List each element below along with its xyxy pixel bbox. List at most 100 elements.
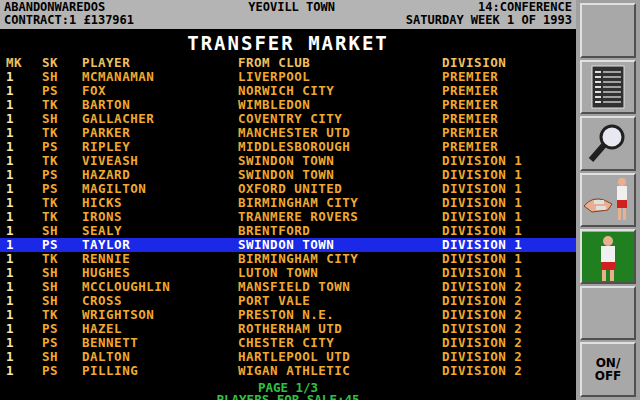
sidebar-button[interactable] xyxy=(580,286,636,341)
sidebar-button[interactable]: ON/OFF xyxy=(580,342,636,397)
player-row[interactable]: 1 PS MAGILTON OXFORD UNITED DIVISION 1 xyxy=(0,182,576,196)
mk-cell: 1 xyxy=(6,210,42,224)
footer: PAGE 1/3 PLAYERS FOR SALE:45 xyxy=(0,382,576,400)
sk-cell: SH xyxy=(42,224,82,238)
player-cell: HICKS xyxy=(82,196,238,210)
players-for-sale: PLAYERS FOR SALE:45 xyxy=(0,394,576,400)
sk-cell: TK xyxy=(42,308,82,322)
player-row[interactable]: 1 SH DALTON HARTLEPOOL UTD DIVISION 2 xyxy=(0,350,576,364)
main-panel: ABANDONWAREDOSYEOVILL TOWN14:CONFERENCE … xyxy=(0,0,576,400)
club-cell: BRENTFORD xyxy=(238,224,442,238)
player-row[interactable]: 1 TK VIVEASH SWINDON TOWN DIVISION 1 xyxy=(0,154,576,168)
screen-title: TRANSFER MARKET xyxy=(0,29,576,56)
header-text: CONTRACT:1 £137961 xyxy=(4,14,134,27)
mk-cell: 1 xyxy=(6,266,42,280)
player-cell: BARTON xyxy=(82,98,238,112)
player-row[interactable]: 1 SH HUGHES LUTON TOWN DIVISION 1 xyxy=(0,266,576,280)
division-cell: DIVISION 1 xyxy=(442,252,576,266)
column-header: SK xyxy=(42,56,82,70)
sidebar-button[interactable] xyxy=(580,116,636,171)
player-row[interactable]: 1 TK PARKER MANCHESTER UTD PREMIER xyxy=(0,126,576,140)
player-cell: PARKER xyxy=(82,126,238,140)
sk-cell: PS xyxy=(42,238,82,252)
player-cell: PILLING xyxy=(82,364,238,378)
player-row[interactable]: 1 PS TAYLOR SWINDON TOWN DIVISION 1 xyxy=(0,238,576,252)
sidebar-button[interactable] xyxy=(580,60,636,115)
game-screen: ABANDONWAREDOSYEOVILL TOWN14:CONFERENCE … xyxy=(0,0,640,400)
player-row[interactable]: 1 PS PILLING WIGAN ATHLETIC DIVISION 2 xyxy=(0,364,576,378)
player-row[interactable]: 1 SH GALLACHER COVENTRY CITY PREMIER xyxy=(0,112,576,126)
column-header: FROM CLUB xyxy=(238,56,442,70)
column-headers: MKSKPLAYERFROM CLUBDIVISION xyxy=(0,56,576,70)
division-cell: DIVISION 2 xyxy=(442,364,576,378)
mk-cell: 1 xyxy=(6,364,42,378)
club-cell: MANCHESTER UTD xyxy=(238,126,442,140)
mk-cell: 1 xyxy=(6,112,42,126)
player-icon xyxy=(582,232,634,282)
player-row[interactable]: 1 SH MCCLOUGHLIN MANSFIELD TOWN DIVISION… xyxy=(0,280,576,294)
player-cell: MAGILTON xyxy=(82,182,238,196)
sidebar-button[interactable] xyxy=(580,3,636,58)
sk-cell: PS xyxy=(42,336,82,350)
player-row[interactable]: 1 SH CROSS PORT VALE DIVISION 2 xyxy=(0,294,576,308)
mk-cell: 1 xyxy=(6,98,42,112)
list-icon xyxy=(591,65,625,109)
mk-cell: 1 xyxy=(6,196,42,210)
division-cell: DIVISION 1 xyxy=(442,154,576,168)
player-row[interactable]: 1 PS HAZEL ROTHERHAM UTD DIVISION 2 xyxy=(0,322,576,336)
player-row[interactable]: 1 PS FOX NORWICH CITY PREMIER xyxy=(0,84,576,98)
club-cell: MIDDLESBOROUGH xyxy=(238,140,442,154)
header-line: ABANDONWAREDOSYEOVILL TOWN14:CONFERENCE xyxy=(4,1,572,14)
club-cell: LIVERPOOL xyxy=(238,70,442,84)
division-cell: DIVISION 1 xyxy=(442,238,576,252)
player-row[interactable]: 1 TK IRONS TRANMERE ROVERS DIVISION 1 xyxy=(0,210,576,224)
division-cell: PREMIER xyxy=(442,140,576,154)
player-cell: GALLACHER xyxy=(82,112,238,126)
player-cell: RIPLEY xyxy=(82,140,238,154)
magnifier-icon xyxy=(586,121,630,165)
mk-cell: 1 xyxy=(6,70,42,84)
player-row[interactable]: 1 TK RENNIE BIRMINGHAM CITY DIVISION 1 xyxy=(0,252,576,266)
player-cell: DALTON xyxy=(82,350,238,364)
sk-cell: PS xyxy=(42,84,82,98)
sk-cell: SH xyxy=(42,350,82,364)
sidebar-button[interactable] xyxy=(580,229,636,284)
header-text: YEOVILL TOWN xyxy=(248,1,335,14)
player-cell: BENNETT xyxy=(82,336,238,350)
sidebar-button[interactable] xyxy=(580,173,636,228)
club-cell: WIMBLEDON xyxy=(238,98,442,112)
player-row[interactable]: 1 TK WRIGHTSON PRESTON N.E. DIVISION 2 xyxy=(0,308,576,322)
division-cell: DIVISION 2 xyxy=(442,308,576,322)
club-cell: BIRMINGHAM CITY xyxy=(238,252,442,266)
club-cell: COVENTRY CITY xyxy=(238,112,442,126)
club-cell: SWINDON TOWN xyxy=(238,238,442,252)
player-row[interactable]: 1 SH SEALY BRENTFORD DIVISION 1 xyxy=(0,224,576,238)
player-row[interactable]: 1 TK BARTON WIMBLEDON PREMIER xyxy=(0,98,576,112)
club-cell: PRESTON N.E. xyxy=(238,308,442,322)
division-cell: PREMIER xyxy=(442,70,576,84)
sk-cell: SH xyxy=(42,266,82,280)
player-cell: IRONS xyxy=(82,210,238,224)
player-cell: TAYLOR xyxy=(82,238,238,252)
mk-cell: 1 xyxy=(6,322,42,336)
player-row[interactable]: 1 PS HAZARD SWINDON TOWN DIVISION 1 xyxy=(0,168,576,182)
player-cell: HAZARD xyxy=(82,168,238,182)
mk-cell: 1 xyxy=(6,308,42,322)
club-cell: OXFORD UNITED xyxy=(238,182,442,196)
club-cell: MANSFIELD TOWN xyxy=(238,280,442,294)
division-cell: DIVISION 1 xyxy=(442,266,576,280)
mk-cell: 1 xyxy=(6,252,42,266)
mk-cell: 1 xyxy=(6,140,42,154)
player-row[interactable]: 1 PS RIPLEY MIDDLESBOROUGH PREMIER xyxy=(0,140,576,154)
club-cell: NORWICH CITY xyxy=(238,84,442,98)
player-cell: SEALY xyxy=(82,224,238,238)
division-cell: DIVISION 1 xyxy=(442,196,576,210)
division-cell: DIVISION 2 xyxy=(442,294,576,308)
player-row[interactable]: 1 PS BENNETT CHESTER CITY DIVISION 2 xyxy=(0,336,576,350)
sk-cell: PS xyxy=(42,140,82,154)
club-cell: LUTON TOWN xyxy=(238,266,442,280)
column-header: PLAYER xyxy=(82,56,238,70)
player-row[interactable]: 1 TK HICKS BIRMINGHAM CITY DIVISION 1 xyxy=(0,196,576,210)
club-cell: SWINDON TOWN xyxy=(238,154,442,168)
player-row[interactable]: 1 SH MCMANAMAN LIVERPOOL PREMIER xyxy=(0,70,576,84)
